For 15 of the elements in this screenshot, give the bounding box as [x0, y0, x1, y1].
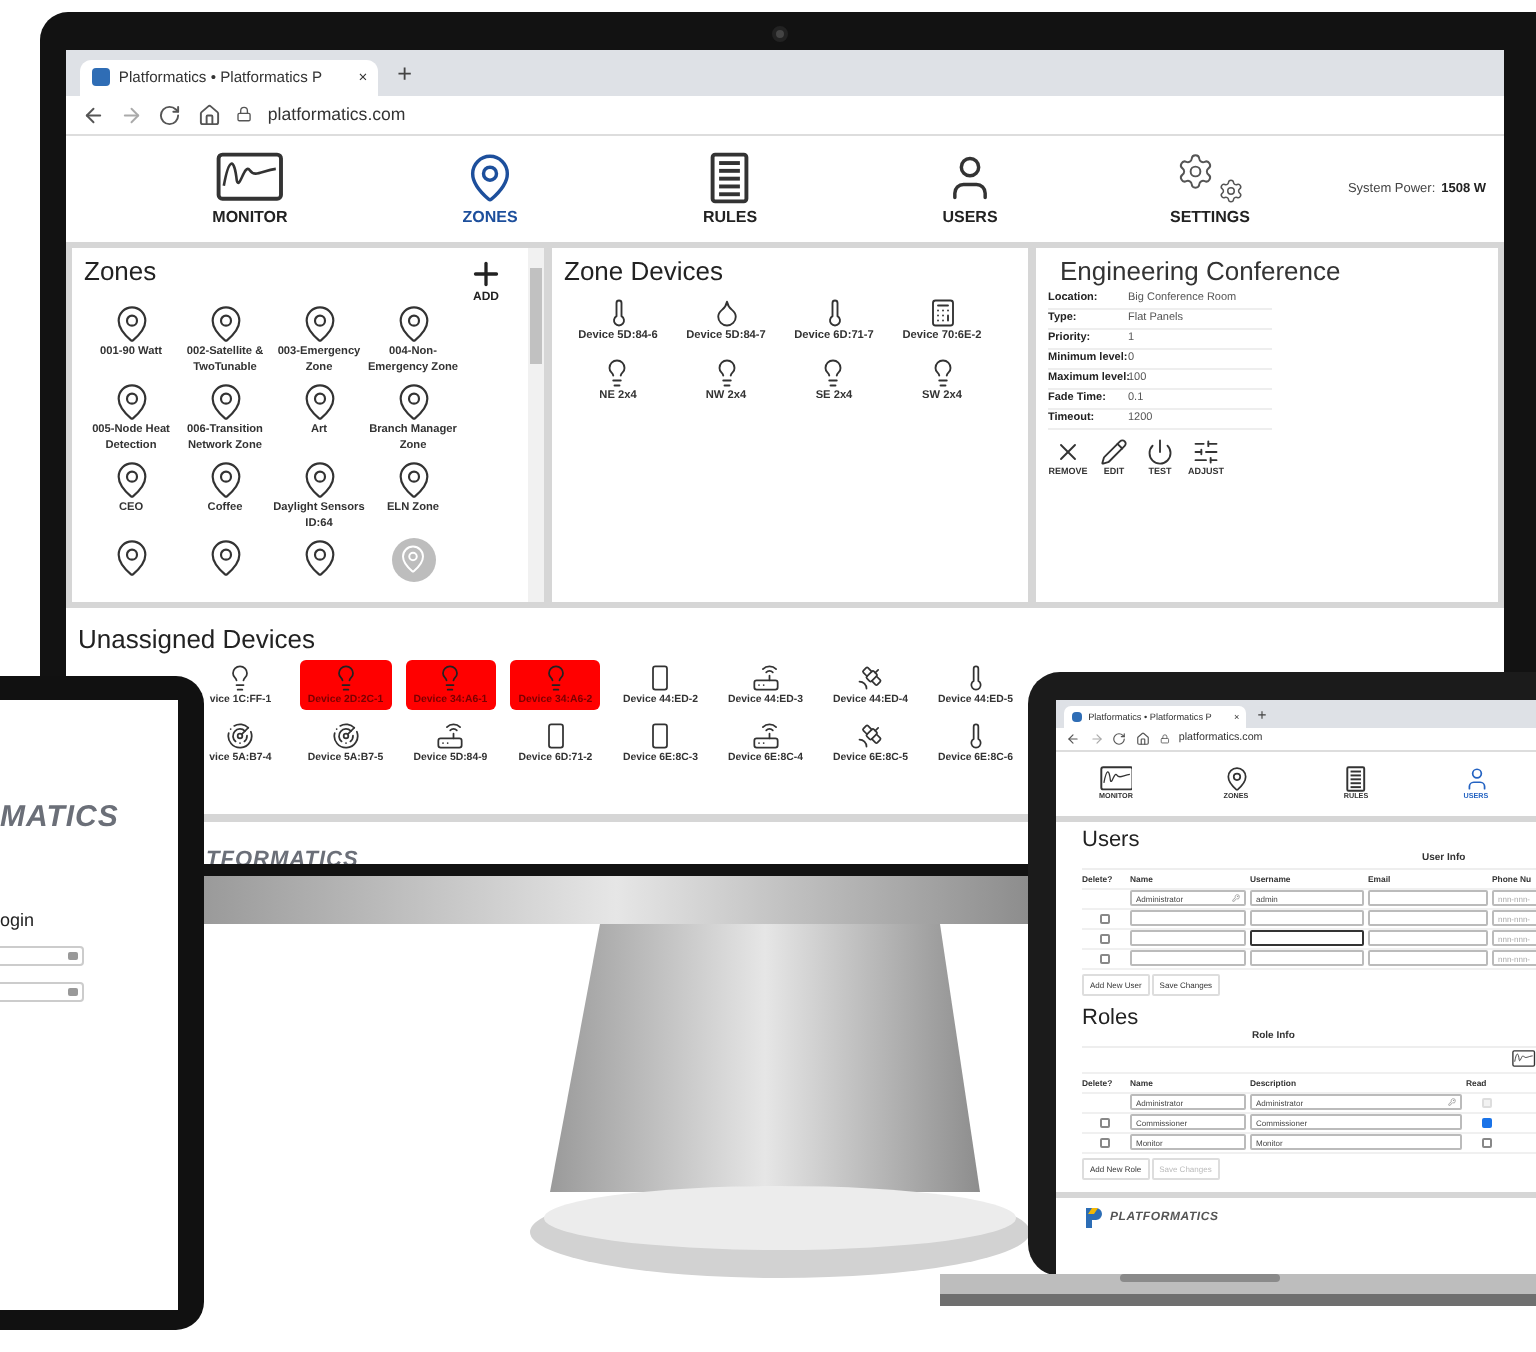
panel-title: Zone Devices [564, 255, 725, 286]
nav-item[interactable]: ZONES [370, 151, 610, 226]
nav-item[interactable]: SETTINGS [1090, 151, 1330, 226]
nav-item[interactable]: RULES [610, 151, 850, 226]
logo-text: MATICS [0, 800, 121, 834]
section-title: Roles [1082, 1005, 1141, 1030]
nav-item[interactable]: MONITOR [130, 151, 370, 226]
section-title: Users [1082, 827, 1142, 852]
new-tab-button[interactable]: + [397, 59, 412, 87]
panel-title: Zones [84, 255, 157, 290]
url-text[interactable]: platformatics.com [267, 104, 406, 125]
nav-item[interactable]: USERS [850, 151, 1090, 226]
panel-title: Unassigned Devices [78, 623, 318, 654]
login-heading: ogin [0, 910, 37, 930]
panel-title: Engineering Conference [1058, 255, 1343, 286]
